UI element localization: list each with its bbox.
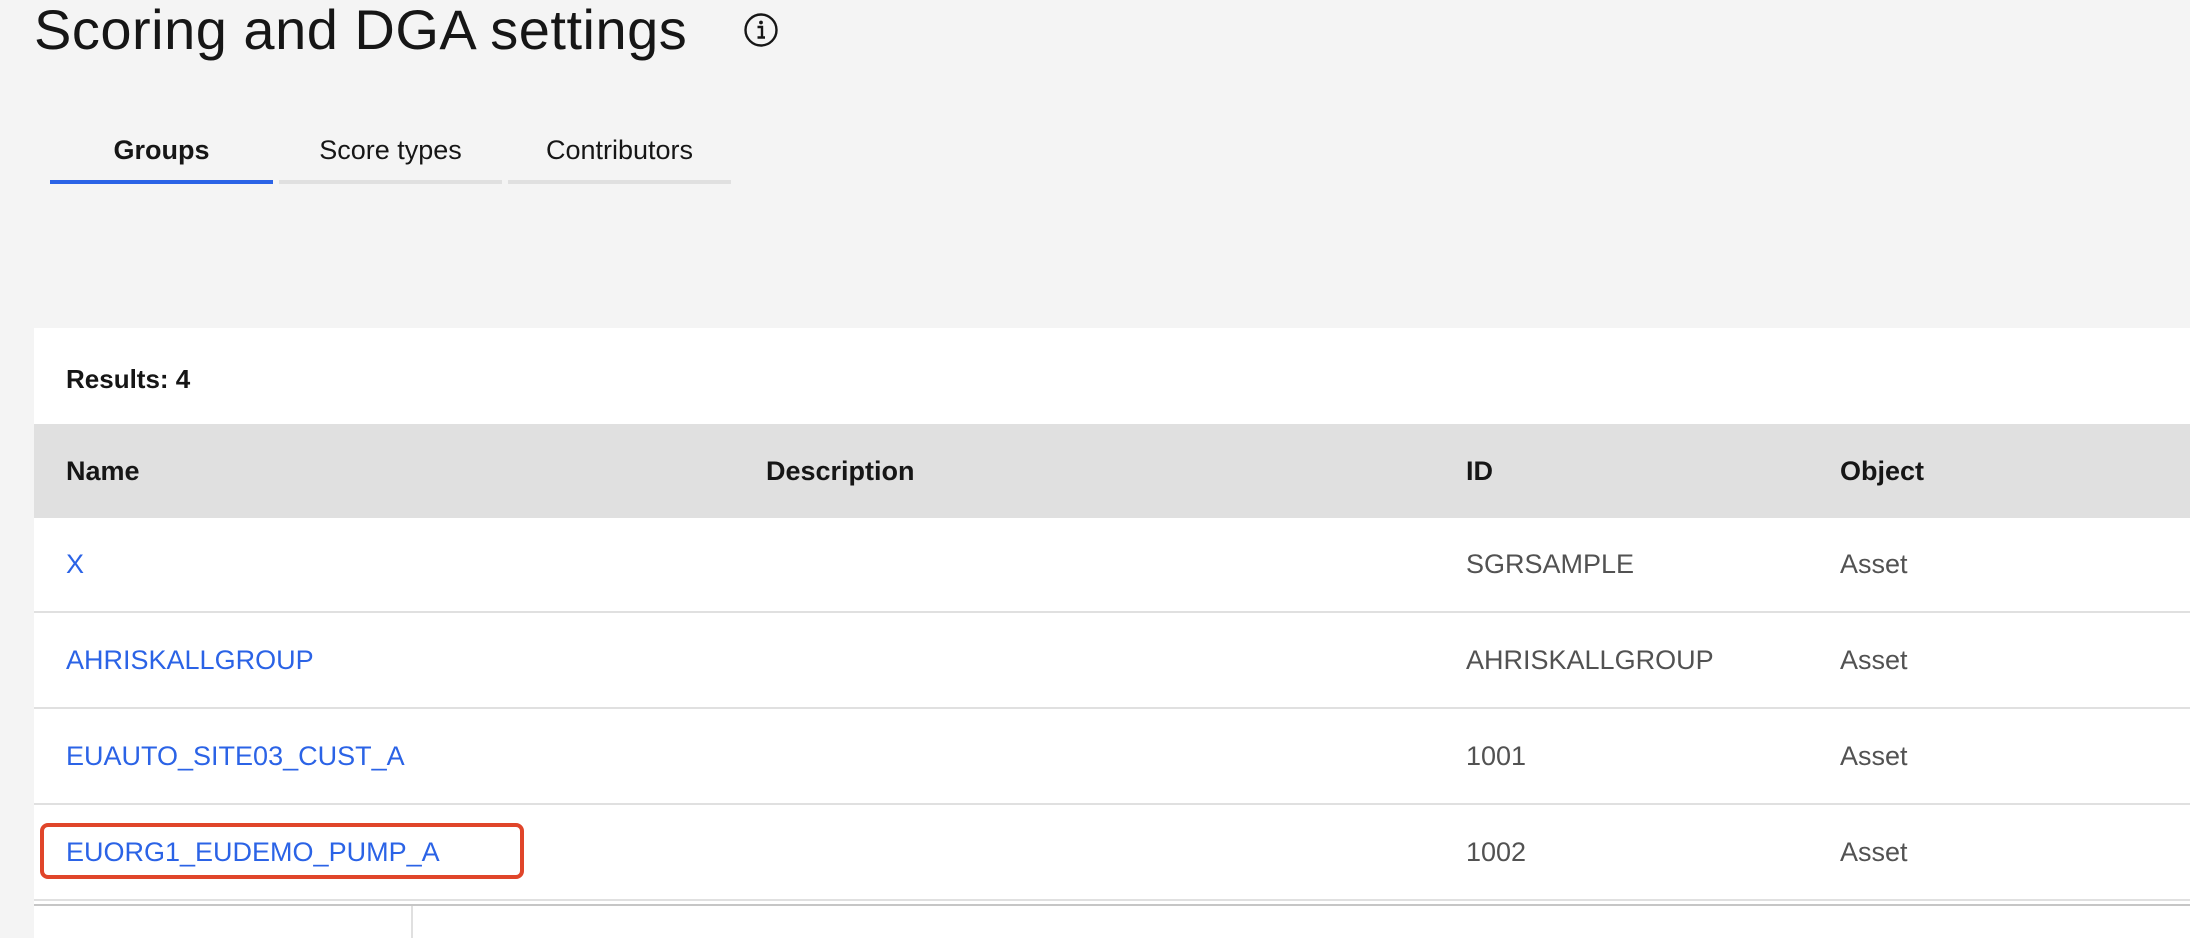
column-header-object[interactable]: Object bbox=[1840, 424, 1924, 518]
group-name-link[interactable]: X bbox=[66, 518, 84, 611]
table-header: Name Description ID Object bbox=[34, 424, 2190, 518]
table-footer bbox=[34, 904, 2190, 938]
tab-list: Groups Score types Contributors bbox=[50, 120, 737, 184]
group-name-link[interactable]: EUAUTO_SITE03_CUST_A bbox=[66, 710, 405, 803]
group-id: SGRSAMPLE bbox=[1466, 549, 1635, 579]
group-object: Asset bbox=[1840, 837, 1908, 867]
group-object: Asset bbox=[1840, 741, 1908, 771]
group-id: 1001 bbox=[1466, 741, 1527, 771]
page-title: Scoring and DGA settings bbox=[34, 0, 688, 61]
tab-groups[interactable]: Groups bbox=[50, 120, 273, 184]
table-row: X SGRSAMPLE Asset bbox=[34, 518, 2190, 613]
group-id: 1002 bbox=[1466, 837, 1527, 867]
title-row: Scoring and DGA settings bbox=[34, 0, 779, 62]
table-row: EUAUTO_SITE03_CUST_A 1001 Asset bbox=[34, 710, 2190, 805]
group-name-link[interactable]: AHRISKALLGROUP bbox=[66, 614, 314, 707]
groups-table: Results: 4 Name Description ID Object X … bbox=[34, 328, 2190, 938]
info-circle-icon[interactable] bbox=[743, 12, 779, 48]
table-row: AHRISKALLGROUP AHRISKALLGROUP Asset bbox=[34, 614, 2190, 709]
results-count: Results: 4 bbox=[66, 364, 191, 394]
tab-score-types[interactable]: Score types bbox=[279, 120, 502, 184]
footer-divider bbox=[411, 906, 413, 938]
column-header-description[interactable]: Description bbox=[766, 424, 915, 518]
group-id: AHRISKALLGROUP bbox=[1466, 645, 1714, 675]
tab-contributors[interactable]: Contributors bbox=[508, 120, 731, 184]
column-header-name[interactable]: Name bbox=[66, 424, 140, 518]
page: Scoring and DGA settings Groups Score ty… bbox=[0, 0, 2190, 938]
group-object: Asset bbox=[1840, 549, 1908, 579]
group-object: Asset bbox=[1840, 645, 1908, 675]
column-header-id[interactable]: ID bbox=[1466, 424, 1493, 518]
group-name-link[interactable]: EUORG1_EUDEMO_PUMP_A bbox=[66, 806, 440, 899]
table-row: EUORG1_EUDEMO_PUMP_A 1002 Asset bbox=[34, 806, 2190, 901]
